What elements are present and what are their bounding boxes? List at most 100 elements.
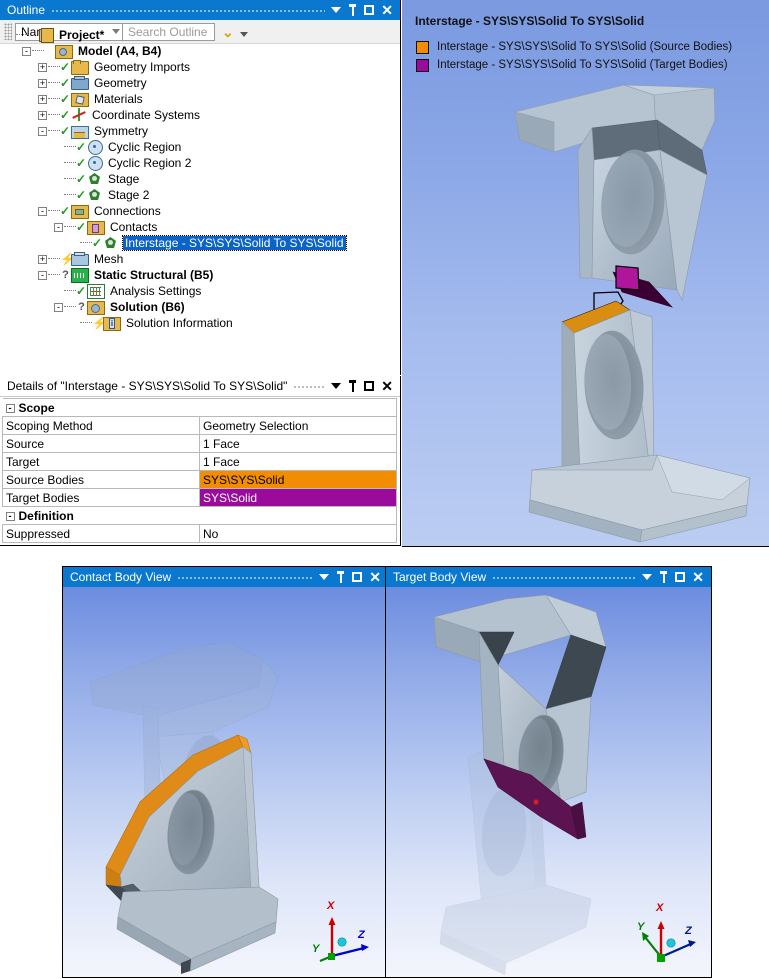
tree-item-label: Stage 2 — [108, 188, 150, 202]
status-check-icon: ✓ — [76, 283, 87, 298]
contact-body-view-panel: Contact Body View ✕ X Z Y — [62, 566, 389, 978]
main-3d-viewport[interactable]: Interstage - SYS\SYS\Solid To SYS\Solid … — [402, 0, 769, 547]
legend-label: Interstage - SYS\SYS\Solid To SYS\Solid … — [437, 59, 728, 71]
tree-item-label: Model (A4, B4) — [78, 44, 162, 58]
details-panel: Details of "Interstage - SYS\SYS\Solid T… — [0, 376, 401, 546]
triad-y-label: Y — [312, 943, 320, 955]
status-check-icon: ✓ — [76, 187, 87, 202]
tree-item-model-a4-b4[interactable]: - Model (A4, B4) — [0, 43, 400, 59]
details-section-header[interactable]: - Scope — [2, 398, 397, 417]
details-row[interactable]: Scoping Method Geometry Selection — [2, 416, 397, 435]
legend-label: Interstage - SYS\SYS\Solid To SYS\Solid … — [437, 41, 733, 53]
close-icon[interactable]: ✕ — [381, 3, 393, 17]
main-3d-geometry — [514, 84, 751, 543]
tree-item-materials[interactable]: + ✓ Materials — [0, 91, 400, 107]
expand-icon[interactable]: + — [38, 62, 47, 72]
tree-item-geometry-imports[interactable]: + ✓ Geometry Imports — [0, 59, 400, 75]
outline-drag-dots — [51, 0, 326, 20]
target-body-view-canvas[interactable]: X Z Y — [386, 587, 711, 977]
caret-down-icon[interactable] — [642, 574, 653, 580]
mesh-icon — [71, 252, 89, 266]
tree-connector — [64, 178, 76, 180]
pin-icon[interactable] — [336, 571, 345, 583]
tree-item-cyclic-region-2[interactable]: ✓ Cyclic Region 2 — [0, 155, 400, 171]
expand-icon[interactable]: + — [38, 110, 47, 120]
tree-item-static-structural-b5[interactable]: -? Static Structural (B5) — [0, 267, 400, 283]
details-section-header[interactable]: - Definition — [2, 506, 397, 525]
tree-connector — [64, 162, 76, 164]
details-row[interactable]: Suppressed No — [2, 524, 397, 543]
tree-connector — [32, 50, 44, 52]
maximize-icon[interactable] — [675, 572, 686, 582]
tree-item-analysis-settings[interactable]: ✓ Analysis Settings — [0, 283, 400, 299]
geometry-imports-icon — [71, 59, 89, 75]
status-lightning-icon: ⚡ — [92, 315, 107, 330]
static-structural-icon — [71, 267, 89, 283]
details-section-cell: - Scope — [2, 398, 397, 417]
details-row[interactable]: Target 1 Face — [2, 452, 397, 471]
tree-item-geometry[interactable]: + ✓ Geometry — [0, 75, 400, 91]
main-viewport-legend: Interstage - SYS\SYS\Solid To SYS\Solid … — [416, 38, 732, 74]
contact-body-view-title: Contact Body View — [70, 570, 172, 584]
tree-item-stage-2[interactable]: ✓ Stage 2 — [0, 187, 400, 203]
tree-item-contacts[interactable]: - ✓ Contacts — [0, 219, 400, 235]
maximize-icon[interactable] — [364, 5, 375, 15]
collapse-icon[interactable]: - — [54, 302, 63, 312]
collapse-icon[interactable]: - — [54, 222, 63, 232]
target-body-view-drag-dots — [492, 567, 637, 587]
tree-item-label: Solution Information — [126, 316, 233, 330]
status-lightning-icon: ⚡ — [60, 251, 75, 266]
legend-item: Interstage - SYS\SYS\Solid To SYS\Solid … — [416, 56, 732, 74]
close-icon[interactable]: ✕ — [692, 570, 704, 584]
close-icon[interactable]: ✕ — [381, 379, 393, 393]
tree-item-mesh[interactable]: + ⚡ Mesh — [0, 251, 400, 267]
tree-item-label: Cyclic Region — [108, 140, 182, 154]
details-row-value[interactable]: 1 Face — [199, 452, 397, 471]
solution-information-icon — [103, 316, 121, 331]
details-row-value[interactable]: 1 Face — [199, 434, 397, 453]
caret-down-icon[interactable] — [319, 574, 330, 580]
tree-item-label: Stage — [108, 172, 140, 186]
legend-item: Interstage - SYS\SYS\Solid To SYS\Solid … — [416, 38, 732, 56]
details-row-value[interactable]: Geometry Selection — [199, 416, 397, 435]
tree-item-cyclic-region[interactable]: ✓ Cyclic Region — [0, 139, 400, 155]
collapse-icon[interactable]: - — [5, 511, 15, 521]
pin-icon[interactable] — [659, 571, 668, 583]
expand-icon[interactable]: + — [38, 94, 47, 104]
tree-item-solution-information[interactable]: ⚡ Solution Information — [0, 315, 400, 331]
expand-icon[interactable]: + — [38, 78, 47, 88]
details-row-value[interactable]: SYS\Solid — [199, 488, 397, 507]
caret-down-icon[interactable] — [331, 383, 342, 389]
target-body-view-panel: Target Body View ✕ X Z Y — [385, 566, 712, 978]
contact-body-view-canvas[interactable]: X Z Y — [63, 587, 388, 977]
collapse-icon[interactable]: - — [22, 46, 31, 56]
tree-item-solution-b6[interactable]: -? Solution (B6) — [0, 299, 400, 315]
tree-item-symmetry[interactable]: - ✓ Symmetry — [0, 123, 400, 139]
expand-icon[interactable]: + — [38, 254, 47, 264]
details-row[interactable]: Target Bodies SYS\Solid — [2, 488, 397, 507]
details-row-value[interactable]: No — [199, 524, 397, 543]
collapse-icon[interactable]: - — [5, 403, 15, 413]
tree-item-stage[interactable]: ✓ Stage — [0, 171, 400, 187]
collapse-icon[interactable]: - — [38, 270, 47, 280]
pin-icon[interactable] — [348, 380, 357, 392]
details-row-value[interactable]: SYS\SYS\Solid — [199, 470, 397, 489]
collapse-icon[interactable]: - — [38, 126, 47, 136]
tree-item-coordinate-systems[interactable]: + ✓ Coordinate Systems — [0, 107, 400, 123]
maximize-icon[interactable] — [364, 381, 375, 391]
details-row[interactable]: Source 1 Face — [2, 434, 397, 453]
close-icon[interactable]: ✕ — [369, 570, 381, 584]
outline-title: Outline — [7, 3, 46, 17]
caret-down-icon[interactable] — [331, 7, 342, 13]
details-row[interactable]: Source Bodies SYS\SYS\Solid — [2, 470, 397, 489]
maximize-icon[interactable] — [352, 572, 363, 582]
tree-item-project[interactable]: Project* — [0, 27, 400, 43]
tree-item-connections[interactable]: - ✓ Connections — [0, 203, 400, 219]
collapse-icon[interactable]: - — [38, 206, 47, 216]
status-check-icon: ✓ — [76, 139, 87, 154]
pin-icon[interactable] — [348, 4, 357, 16]
tree-item-label: Solution (B6) — [110, 300, 185, 314]
outline-tree[interactable]: Project* - Model (A4, B4) + ✓ Geometry Import… — [0, 24, 400, 375]
tree-connector — [80, 322, 92, 324]
tree-item-interstage-sys-sys-solid-to-sys-solid[interactable]: ✓ Interstage - SYS\SYS\Solid To SYS\Solid — [0, 235, 400, 251]
